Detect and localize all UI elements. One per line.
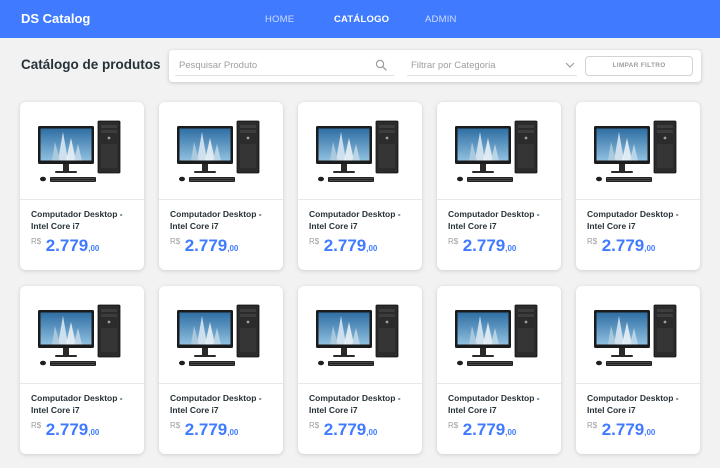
price-currency: R$ — [309, 237, 320, 246]
product-price: R$ 2.779,00 — [31, 236, 99, 256]
price-decimal: ,00 — [88, 428, 100, 437]
nav-link-catalog[interactable]: CATÁLOGO — [334, 14, 389, 25]
price-integer: 2.779 — [323, 420, 367, 439]
product-card[interactable]: Computador Desktop - Intel Core i7 R$ 2.… — [576, 102, 700, 270]
product-image — [159, 286, 283, 384]
navbar: DS Catalog HOME CATÁLOGO ADMIN — [0, 0, 720, 38]
product-card[interactable]: Computador Desktop - Intel Core i7 R$ 2.… — [437, 102, 561, 270]
product-name: Computador Desktop - Intel Core i7 — [309, 209, 401, 231]
product-image — [576, 286, 700, 384]
category-underline — [407, 75, 577, 76]
product-card[interactable]: Computador Desktop - Intel Core i7 R$ 2.… — [20, 286, 144, 454]
product-image — [298, 286, 422, 384]
product-card[interactable]: Computador Desktop - Intel Core i7 R$ 2.… — [437, 286, 561, 454]
product-card[interactable]: Computador Desktop - Intel Core i7 R$ 2.… — [20, 102, 144, 270]
price-decimal: ,00 — [505, 244, 517, 253]
desktop-computer-image — [455, 304, 538, 366]
price-currency: R$ — [448, 421, 459, 430]
product-price: R$ 2.779,00 — [309, 420, 377, 440]
product-card[interactable]: Computador Desktop - Intel Core i7 R$ 2.… — [298, 102, 422, 270]
desktop-computer-image — [38, 120, 121, 182]
desktop-computer-image — [177, 120, 260, 182]
product-price: R$ 2.779,00 — [170, 420, 238, 440]
price-integer: 2.779 — [184, 420, 228, 439]
product-price: R$ 2.779,00 — [448, 420, 516, 440]
price-currency: R$ — [587, 237, 598, 246]
price-currency: R$ — [170, 421, 181, 430]
product-name: Computador Desktop - Intel Core i7 — [448, 209, 540, 231]
nav-link-admin[interactable]: ADMIN — [425, 14, 457, 25]
search-input[interactable]: Pesquisar Produto — [179, 60, 257, 71]
product-name: Computador Desktop - Intel Core i7 — [448, 393, 540, 415]
product-image — [298, 102, 422, 200]
price-decimal: ,00 — [227, 244, 239, 253]
price-integer: 2.779 — [462, 236, 506, 255]
product-name: Computador Desktop - Intel Core i7 — [309, 393, 401, 415]
product-price: R$ 2.779,00 — [587, 236, 655, 256]
price-currency: R$ — [309, 421, 320, 430]
desktop-computer-image — [594, 304, 677, 366]
price-currency: R$ — [448, 237, 459, 246]
nav-link-home[interactable]: HOME — [265, 14, 294, 25]
clear-filter-button[interactable]: LIMPAR FILTRO — [585, 56, 693, 76]
price-integer: 2.779 — [45, 236, 89, 255]
price-decimal: ,00 — [366, 244, 378, 253]
product-card[interactable]: Computador Desktop - Intel Core i7 R$ 2.… — [298, 286, 422, 454]
search-icon[interactable] — [375, 59, 387, 71]
product-price: R$ 2.779,00 — [309, 236, 377, 256]
price-currency: R$ — [170, 237, 181, 246]
product-name: Computador Desktop - Intel Core i7 — [170, 393, 262, 415]
price-currency: R$ — [587, 421, 598, 430]
price-integer: 2.779 — [45, 420, 89, 439]
price-integer: 2.779 — [462, 420, 506, 439]
price-integer: 2.779 — [184, 236, 228, 255]
price-decimal: ,00 — [366, 428, 378, 437]
page-title: Catálogo de produtos — [21, 57, 161, 72]
category-select[interactable]: Filtrar por Categoria — [411, 60, 495, 71]
price-decimal: ,00 — [227, 428, 239, 437]
price-currency: R$ — [31, 237, 42, 246]
price-integer: 2.779 — [323, 236, 367, 255]
price-integer: 2.779 — [601, 420, 645, 439]
product-price: R$ 2.779,00 — [448, 236, 516, 256]
product-price: R$ 2.779,00 — [170, 236, 238, 256]
price-integer: 2.779 — [601, 236, 645, 255]
price-decimal: ,00 — [644, 428, 656, 437]
product-card[interactable]: Computador Desktop - Intel Core i7 R$ 2.… — [576, 286, 700, 454]
price-decimal: ,00 — [505, 428, 517, 437]
product-card[interactable]: Computador Desktop - Intel Core i7 R$ 2.… — [159, 286, 283, 454]
brand-logo[interactable]: DS Catalog — [21, 11, 90, 26]
product-name: Computador Desktop - Intel Core i7 — [31, 209, 123, 231]
product-image — [159, 102, 283, 200]
product-name: Computador Desktop - Intel Core i7 — [587, 209, 679, 231]
filter-bar: Pesquisar Produto Filtrar por Categoria … — [169, 50, 701, 82]
product-name: Computador Desktop - Intel Core i7 — [587, 393, 679, 415]
product-price: R$ 2.779,00 — [587, 420, 655, 440]
product-card[interactable]: Computador Desktop - Intel Core i7 R$ 2.… — [159, 102, 283, 270]
product-image — [437, 102, 561, 200]
product-image — [576, 102, 700, 200]
product-name: Computador Desktop - Intel Core i7 — [31, 393, 123, 415]
product-price: R$ 2.779,00 — [31, 420, 99, 440]
desktop-computer-image — [594, 120, 677, 182]
desktop-computer-image — [316, 304, 399, 366]
product-image — [20, 102, 144, 200]
product-image — [437, 286, 561, 384]
price-decimal: ,00 — [88, 244, 100, 253]
price-currency: R$ — [31, 421, 42, 430]
price-decimal: ,00 — [644, 244, 656, 253]
desktop-computer-image — [316, 120, 399, 182]
search-underline — [175, 75, 394, 76]
desktop-computer-image — [177, 304, 260, 366]
chevron-down-icon[interactable] — [565, 61, 575, 69]
product-image — [20, 286, 144, 384]
product-name: Computador Desktop - Intel Core i7 — [170, 209, 262, 231]
desktop-computer-image — [38, 304, 121, 366]
desktop-computer-image — [455, 120, 538, 182]
